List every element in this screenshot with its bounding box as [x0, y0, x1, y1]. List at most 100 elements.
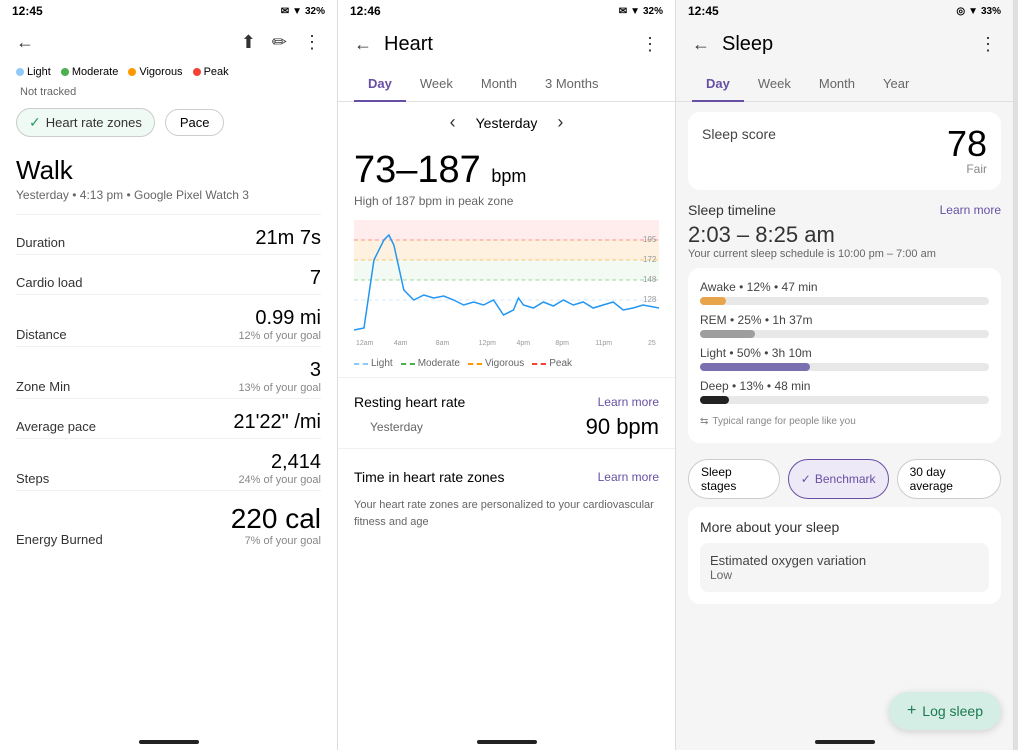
stage-bar-fill — [700, 363, 810, 371]
sleep-stage-row: REM • 25% • 1h 37m — [700, 313, 989, 338]
nav-bottom-p3 — [815, 740, 875, 744]
heart-rate-zones-button[interactable]: ✓ Heart rate zones — [16, 108, 155, 137]
svg-text:128: 128 — [643, 295, 657, 304]
activity-subtitle: Yesterday • 4:13 pm • Google Pixel Watch… — [0, 188, 337, 214]
peak-dash — [532, 363, 546, 365]
legend-light: Light — [16, 66, 51, 78]
filter-30day[interactable]: 30 day average — [897, 459, 1001, 499]
status-icons-p1: ✉ ▼ 32% — [281, 6, 325, 17]
metric-energy: Energy Burned 220 cal 7% of your goal — [0, 491, 337, 551]
svg-text:12pm: 12pm — [479, 340, 497, 347]
divider-p2-1 — [338, 377, 675, 378]
plus-icon: + — [907, 702, 916, 720]
nav-bottom-p2 — [477, 740, 537, 744]
time-zones-learn-more[interactable]: Learn more — [598, 470, 659, 484]
back-icon-p3[interactable]: ← — [692, 34, 710, 55]
timeline-learn-more[interactable]: Learn more — [940, 203, 1001, 217]
prev-date[interactable]: ‹ — [450, 112, 456, 133]
sleep-stage-row: Awake • 12% • 47 min — [700, 280, 989, 305]
zone-row: ✓ Heart rate zones Pace — [0, 102, 337, 143]
sleep-tabs: Day Week Month Year — [676, 66, 1013, 102]
divider-p2-2 — [338, 448, 675, 449]
typical-note: ⇆ Typical range for people like you — [700, 412, 989, 431]
status-bar-p1: 12:45 ✉ ▼ 32% — [0, 0, 337, 22]
sleep-stage-row: Light • 50% • 3h 10m — [700, 346, 989, 371]
stage-label: Awake • 12% • 47 min — [700, 280, 989, 294]
legend-moderate: Moderate — [61, 66, 118, 78]
svg-text:25: 25 — [648, 340, 656, 347]
status-icons-p3: ◎ ▼ 33% — [956, 6, 1001, 17]
bpm-range: 73–187 bpm — [338, 143, 675, 194]
resting-learn-more[interactable]: Learn more — [598, 395, 659, 409]
sleep-timeline-header: Sleep timeline Learn more — [676, 200, 1013, 222]
sleep-stages-card: Awake • 12% • 47 min REM • 25% • 1h 37m … — [688, 268, 1001, 443]
tab-week-p2[interactable]: Week — [406, 66, 467, 101]
tab-3months-p2[interactable]: 3 Months — [531, 66, 612, 101]
svg-text:172: 172 — [643, 255, 657, 264]
more-icon-p2[interactable]: ⋮ — [641, 34, 659, 55]
more-sleep-card: More about your sleep Estimated oxygen v… — [688, 507, 1001, 604]
mail-icon-p2: ✉ — [619, 6, 627, 17]
more-icon-p3[interactable]: ⋮ — [979, 34, 997, 55]
oxy-value: Low — [710, 568, 979, 582]
more-icon[interactable]: ⋮ — [303, 32, 321, 53]
sleep-tab-month[interactable]: Month — [805, 66, 869, 101]
battery-p2: 32% — [643, 6, 663, 17]
stage-bar-track — [700, 363, 989, 371]
more-sleep-title: More about your sleep — [700, 519, 989, 535]
status-bar-p2: 12:46 ✉ ▼ 32% — [338, 0, 675, 22]
stage-label: REM • 25% • 1h 37m — [700, 313, 989, 327]
stage-bar-track — [700, 396, 989, 404]
sleep-tab-week[interactable]: Week — [744, 66, 805, 101]
legend-peak-p2: Peak — [532, 358, 572, 369]
back-icon-p2[interactable]: ← — [354, 34, 372, 55]
nav-bottom-p1 — [139, 740, 199, 744]
metric-steps: Steps 2,414 24% of your goal — [0, 439, 337, 490]
stage-bar-track — [700, 297, 989, 305]
time-p2: 12:46 — [350, 4, 381, 18]
svg-text:148: 148 — [643, 275, 657, 284]
metric-zone-min: Zone Min 3 13% of your goal — [0, 347, 337, 398]
date-label: Yesterday — [476, 115, 538, 131]
zone-btn-label: Heart rate zones — [46, 115, 142, 130]
sleep-tab-year[interactable]: Year — [869, 66, 923, 101]
legend-light-p2: Light — [354, 358, 393, 369]
pace-btn-label: Pace — [180, 115, 210, 130]
edit-icon[interactable]: ✏ — [272, 32, 287, 53]
stage-label: Deep • 13% • 48 min — [700, 379, 989, 393]
share-icon[interactable]: ⬆ — [241, 32, 256, 53]
legend-vigorous: Vigorous — [128, 66, 182, 78]
oxy-label: Estimated oxygen variation — [710, 553, 979, 568]
svg-text:8pm: 8pm — [555, 340, 569, 347]
legend-row: Light Moderate Vigorous Peak — [0, 62, 337, 82]
sleep-tab-day[interactable]: Day — [692, 66, 744, 101]
legend-peak: Peak — [193, 66, 229, 78]
sleep-score-fair: Fair — [947, 162, 987, 176]
filter-sleep-stages[interactable]: Sleep stages — [688, 459, 780, 499]
yesterday-label: Yesterday — [354, 420, 439, 434]
tab-day-p2[interactable]: Day — [354, 66, 406, 101]
sleep-stage-row: Deep • 13% • 48 min — [700, 379, 989, 404]
signal-icon-p3: ▼ — [968, 6, 978, 17]
heart-chart: 195 172 148 128 12am 4am 8am 12pm 4pm 8p… — [354, 220, 659, 350]
sleep-time: 2:03 – 8:25 am — [676, 222, 1013, 248]
metric-distance: Distance 0.99 mi 12% of your goal — [0, 295, 337, 346]
svg-text:8am: 8am — [436, 340, 450, 347]
status-bar-p3: 12:45 ◎ ▼ 33% — [676, 0, 1013, 22]
toolbar-p3: ← Sleep ⋮ — [676, 22, 1013, 66]
pace-button[interactable]: Pace — [165, 109, 225, 136]
location-icon: ◎ — [956, 6, 965, 17]
signal-icon-p2: ▼ — [630, 6, 640, 17]
stage-bar-fill — [700, 297, 726, 305]
metric-duration: Duration 21m 7s — [0, 215, 337, 254]
stage-bar-fill — [700, 396, 729, 404]
metric-cardio: Cardio load 7 — [0, 255, 337, 294]
filter-benchmark[interactable]: ✓ Benchmark — [788, 459, 889, 499]
next-date[interactable]: › — [557, 112, 563, 133]
chart-legend-row: Light Moderate Vigorous Peak — [338, 354, 675, 373]
peak-dot — [193, 68, 201, 76]
back-icon[interactable]: ← — [16, 32, 34, 53]
tab-month-p2[interactable]: Month — [467, 66, 531, 101]
log-sleep-fab[interactable]: + Log sleep — [889, 692, 1001, 730]
typical-icon: ⇆ — [700, 416, 708, 427]
